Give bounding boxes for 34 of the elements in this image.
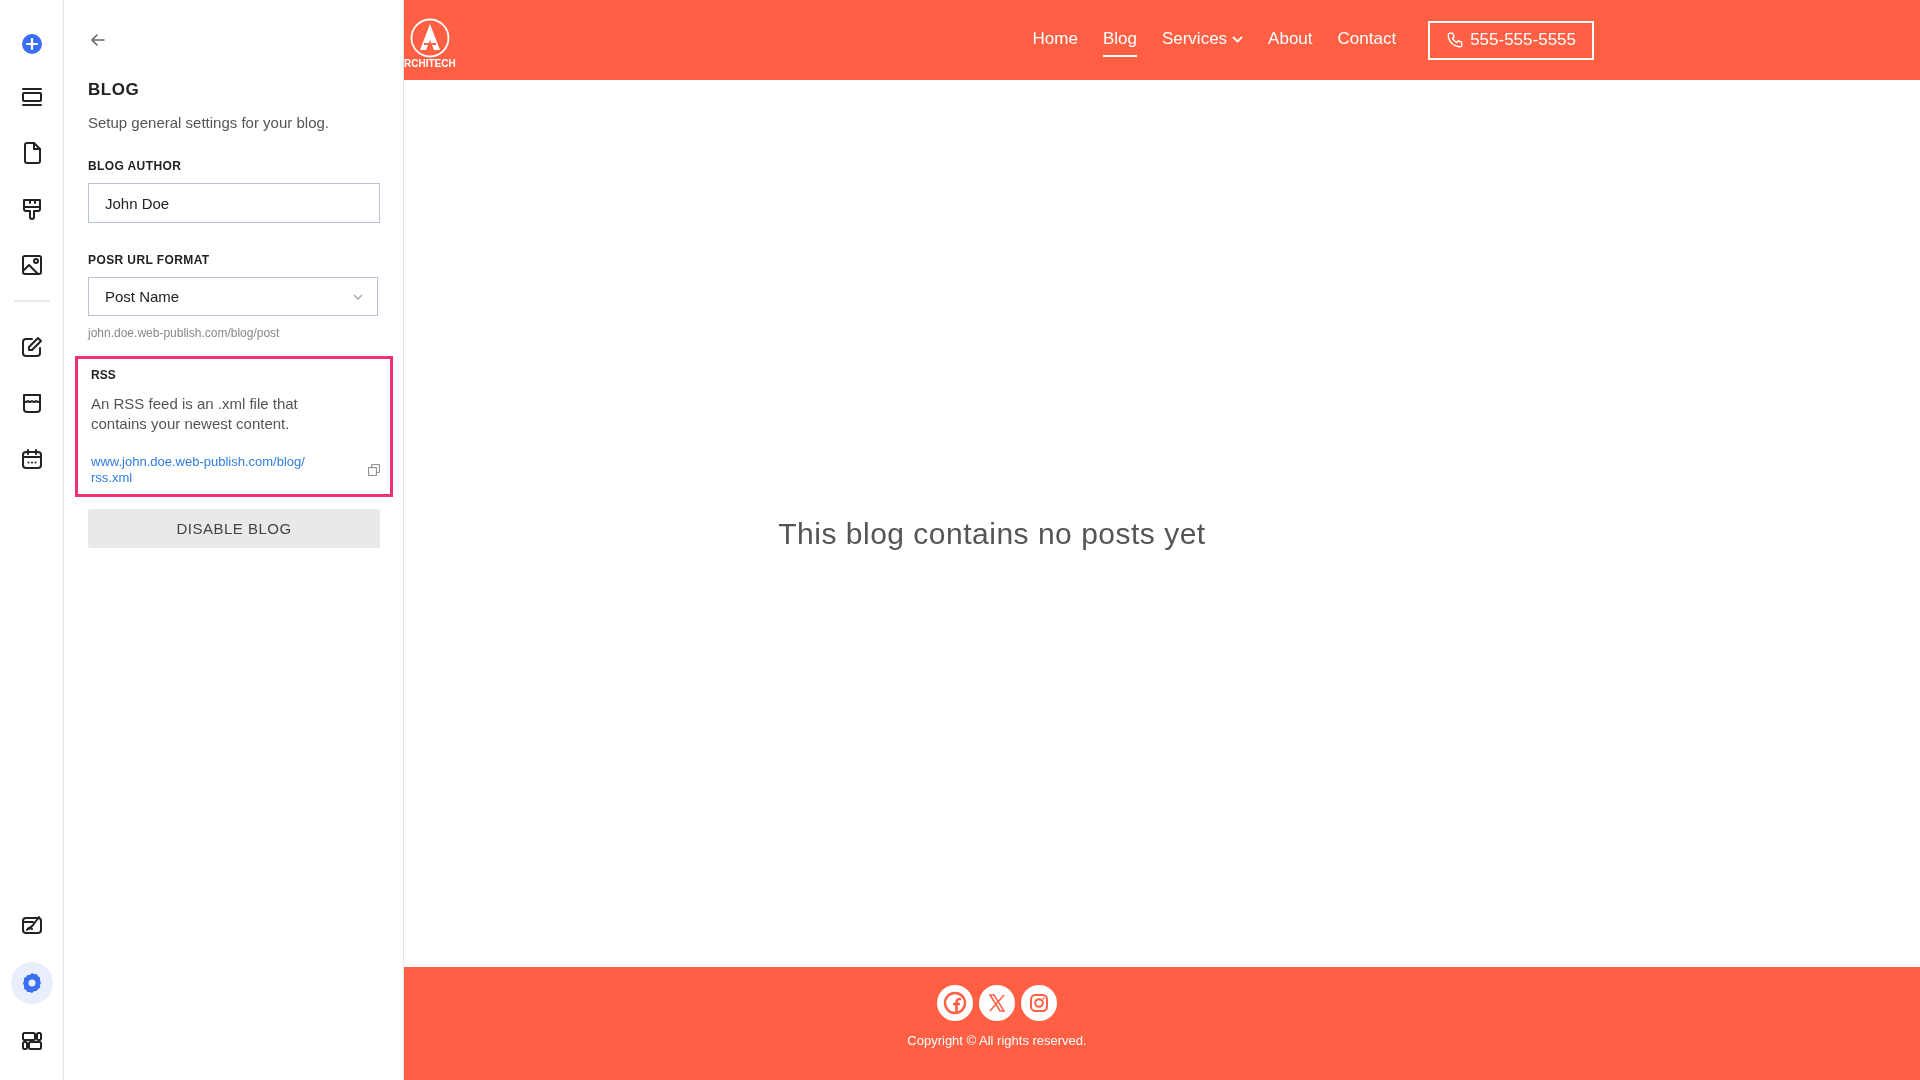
copy-icon[interactable] (368, 464, 380, 476)
url-preview-text: john.doe.web-publish.com/blog/post (88, 326, 280, 340)
calendar-icon[interactable] (19, 447, 44, 471)
nav-link[interactable]: About (1268, 23, 1313, 57)
caret-icon (353, 293, 363, 300)
layout-grid-icon[interactable] (19, 1029, 44, 1053)
field-label: BLOG AUTHOR (88, 159, 182, 173)
section-label: RSS (91, 368, 117, 382)
copyright-text: Copyright © All rights reserved. (907, 1033, 1087, 1048)
url-format-dropdown[interactable]: Post Name (88, 277, 378, 316)
disable-blog-button[interactable]: DISABLE BLOG (88, 509, 380, 548)
logo-icon (410, 18, 450, 58)
nav-link[interactable]: Contact (1337, 23, 1397, 57)
nav-link[interactable]: Blog (1102, 23, 1137, 57)
layers-icon[interactable] (19, 85, 44, 109)
panel-title: BLOG (88, 80, 140, 100)
image-icon[interactable] (19, 253, 44, 277)
panel-description: Setup general settings for your blog. (88, 114, 329, 131)
edit-icon[interactable] (19, 335, 44, 359)
design-board-icon[interactable] (19, 913, 44, 937)
nav-link[interactable]: Services (1161, 23, 1244, 57)
add-button[interactable] (21, 34, 42, 54)
rss-feed-link[interactable]: www.john.doe.web-publish.com/blog/ rss.xml (91, 454, 331, 486)
logo-text: RCHITECH (404, 58, 456, 70)
instagram-icon[interactable] (1021, 985, 1057, 1021)
phone-button[interactable]: 555-555-5555 (1428, 20, 1594, 60)
x-icon[interactable] (979, 985, 1015, 1021)
phone-icon (1446, 31, 1465, 49)
empty-state-message: This blog contains no posts yet (778, 516, 1206, 551)
facebook-icon[interactable] (937, 985, 973, 1021)
author-input-field[interactable]: John Doe (88, 183, 380, 223)
rss-description: An RSS feed is an .xml file that contains your newest content. (91, 394, 299, 434)
field-label: POSR URL FORMAT (88, 253, 210, 267)
nav-link[interactable]: Home (1032, 23, 1078, 57)
